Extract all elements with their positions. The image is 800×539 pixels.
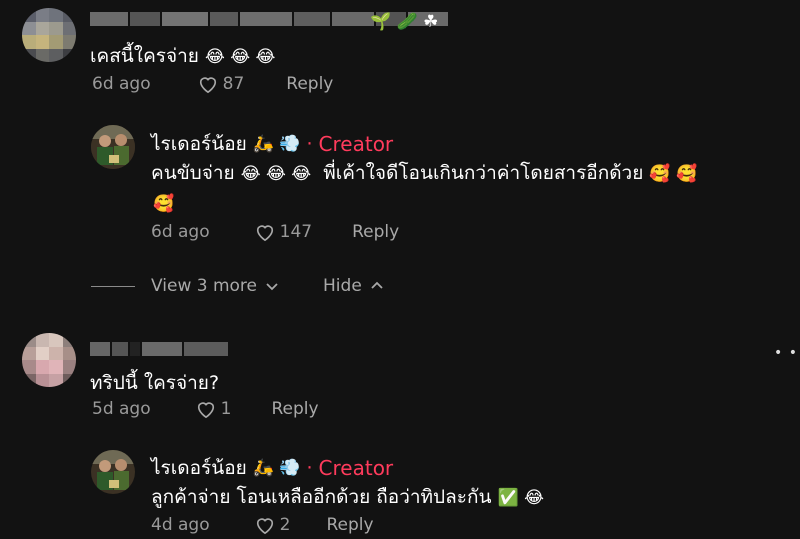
creator-emojis: 🛵 💨 [252, 458, 301, 478]
heart-icon [199, 77, 216, 94]
creator-name[interactable]: ไรเดอร์น้อย [151, 129, 247, 159]
creator-name-row: ไรเดอร์น้อย 🛵 💨 · Creator [151, 129, 393, 159]
creator-name[interactable]: ไรเดอร์น้อย [151, 453, 247, 483]
comment-text: เคสนี้ใครจ่าย 😂 😂 😂 [90, 43, 275, 70]
hide-label: Hide [323, 276, 362, 296]
reply-button[interactable]: Reply [271, 399, 318, 419]
thread-controls: View 3 more Hide [91, 276, 384, 296]
commenter-name-emojis: 🌱 🥒 ☘ [370, 12, 439, 32]
reply-end-emojis: 🥰 🥰 [649, 164, 698, 184]
heart-icon [256, 518, 273, 535]
creator-avatar[interactable] [91, 450, 135, 494]
heart-icon [256, 225, 273, 242]
comment-text: ทริปนี้ ใครจ่าย? [90, 372, 220, 394]
creator-name-row: ไรเดอร์น้อย 🛵 💨 · Creator [151, 453, 393, 483]
reply-button[interactable]: Reply [326, 515, 373, 535]
creator-emojis: 🛵 💨 [252, 134, 301, 154]
comment-meta: 5d ago 1 Reply [92, 399, 319, 419]
like-button[interactable]: 1 [195, 399, 232, 419]
reply-button[interactable]: Reply [352, 222, 399, 242]
like-count: 2 [279, 515, 291, 535]
chevron-down-icon [266, 283, 278, 291]
hide-button[interactable]: Hide [323, 276, 384, 296]
creator-reply-text-line2: 🥰 [153, 190, 174, 217]
comment-time: 6d ago [92, 74, 151, 94]
reply-line2-emojis: 🥰 [153, 194, 175, 214]
chevron-up-icon [371, 281, 383, 289]
like-count: 1 [220, 399, 232, 419]
creator-reply-text-line1: ลูกค้าจ่าย โอนเหลืออีกด้วย ถือว่าทิปละกั… [151, 484, 544, 511]
comment-time: 5d ago [92, 399, 151, 419]
divider-line [91, 285, 135, 287]
like-button[interactable]: 87 [197, 74, 245, 94]
commenter-avatar[interactable] [22, 333, 76, 387]
reply-button[interactable]: Reply [286, 74, 333, 94]
like-count: 147 [279, 222, 313, 242]
creator-badge: Creator [318, 456, 394, 480]
reply-text-part1: ลูกค้าจ่าย โอนเหลืออีกด้วย ถือว่าทิปละกั… [151, 486, 492, 508]
ellipsis-icon[interactable]: • • [774, 345, 798, 361]
reply-text-part1: คนขับจ่าย [151, 162, 235, 184]
comment-text-body: เคสนี้ใครจ่าย [90, 45, 199, 67]
heart-icon [197, 402, 214, 419]
reply-time: 6d ago [151, 222, 210, 242]
reply-time: 4d ago [151, 515, 210, 535]
comment-emojis: 😂 😂 😂 [204, 47, 276, 67]
badge-separator: · [306, 133, 313, 155]
reply-meta: 4d ago 2 Reply [151, 515, 374, 535]
reply-emojis: 😂 😂 😂 [240, 164, 312, 184]
like-button[interactable]: 147 [254, 222, 312, 242]
reply-text-part2: พี่เค้าใจดีโอนเกินกว่าค่าโดยสารอีกด้วย [323, 162, 644, 184]
badge-separator: · [306, 457, 313, 479]
creator-reply-text-line1: คนขับจ่าย 😂 😂 😂 พี่เค้าใจดีโอนเกินกว่าค่… [151, 160, 697, 187]
reply-emojis: ✅ 😂 [497, 488, 544, 508]
like-count: 87 [222, 74, 245, 94]
commenter-name-blurred[interactable] [90, 342, 228, 356]
commenter-avatar[interactable] [22, 8, 76, 62]
creator-badge: Creator [318, 132, 394, 156]
reply-meta: 6d ago 147 Reply [151, 222, 399, 242]
comment-meta: 6d ago 87 Reply [92, 74, 333, 94]
creator-avatar[interactable] [91, 125, 135, 169]
view-more-label: View 3 more [151, 276, 258, 296]
view-more-button[interactable]: View 3 more [151, 276, 279, 296]
like-button[interactable]: 2 [254, 515, 291, 535]
creator-avatar-image [91, 450, 135, 494]
creator-avatar-image [91, 125, 135, 169]
